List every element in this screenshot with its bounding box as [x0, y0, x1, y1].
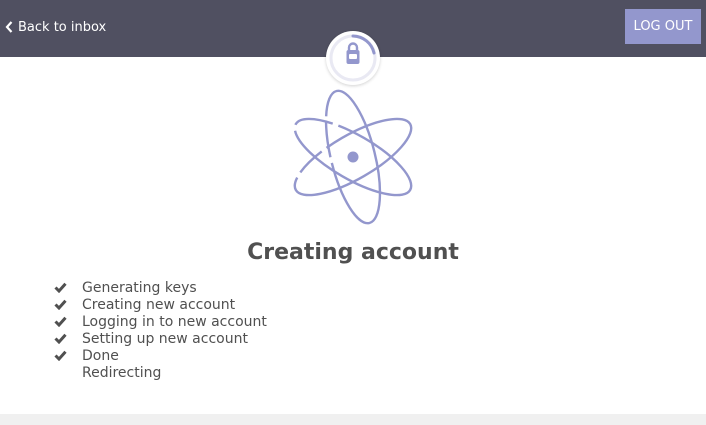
step-item: Generating keys [54, 279, 267, 296]
step-label: Setting up new account [82, 330, 248, 347]
step-label: Done [82, 347, 119, 364]
step-pending-spacer [54, 364, 82, 381]
atom-icon [283, 85, 423, 227]
check-icon [54, 296, 82, 313]
page-title: Creating account [247, 240, 459, 265]
step-label: Creating new account [82, 296, 236, 313]
logout-button[interactable]: LOG OUT [625, 9, 701, 44]
progress-steps: Generating keys Creating new account Log… [54, 279, 267, 381]
chevron-left-icon [5, 21, 14, 33]
step-label: Generating keys [82, 279, 197, 296]
check-icon [54, 279, 82, 296]
check-icon [54, 347, 82, 364]
step-item: Setting up new account [54, 330, 267, 347]
back-to-inbox-label: Back to inbox [18, 19, 107, 35]
step-label: Redirecting [82, 364, 162, 381]
check-icon [54, 313, 82, 330]
check-icon [54, 330, 82, 347]
step-item: Redirecting [54, 364, 267, 381]
lock-icon [329, 34, 377, 82]
lock-badge [326, 31, 380, 85]
back-to-inbox-link[interactable]: Back to inbox [5, 17, 106, 37]
step-item: Creating new account [54, 296, 267, 313]
step-label: Logging in to new account [82, 313, 267, 330]
footer-strip [0, 414, 706, 425]
step-item: Logging in to new account [54, 313, 267, 330]
step-item: Done [54, 347, 267, 364]
